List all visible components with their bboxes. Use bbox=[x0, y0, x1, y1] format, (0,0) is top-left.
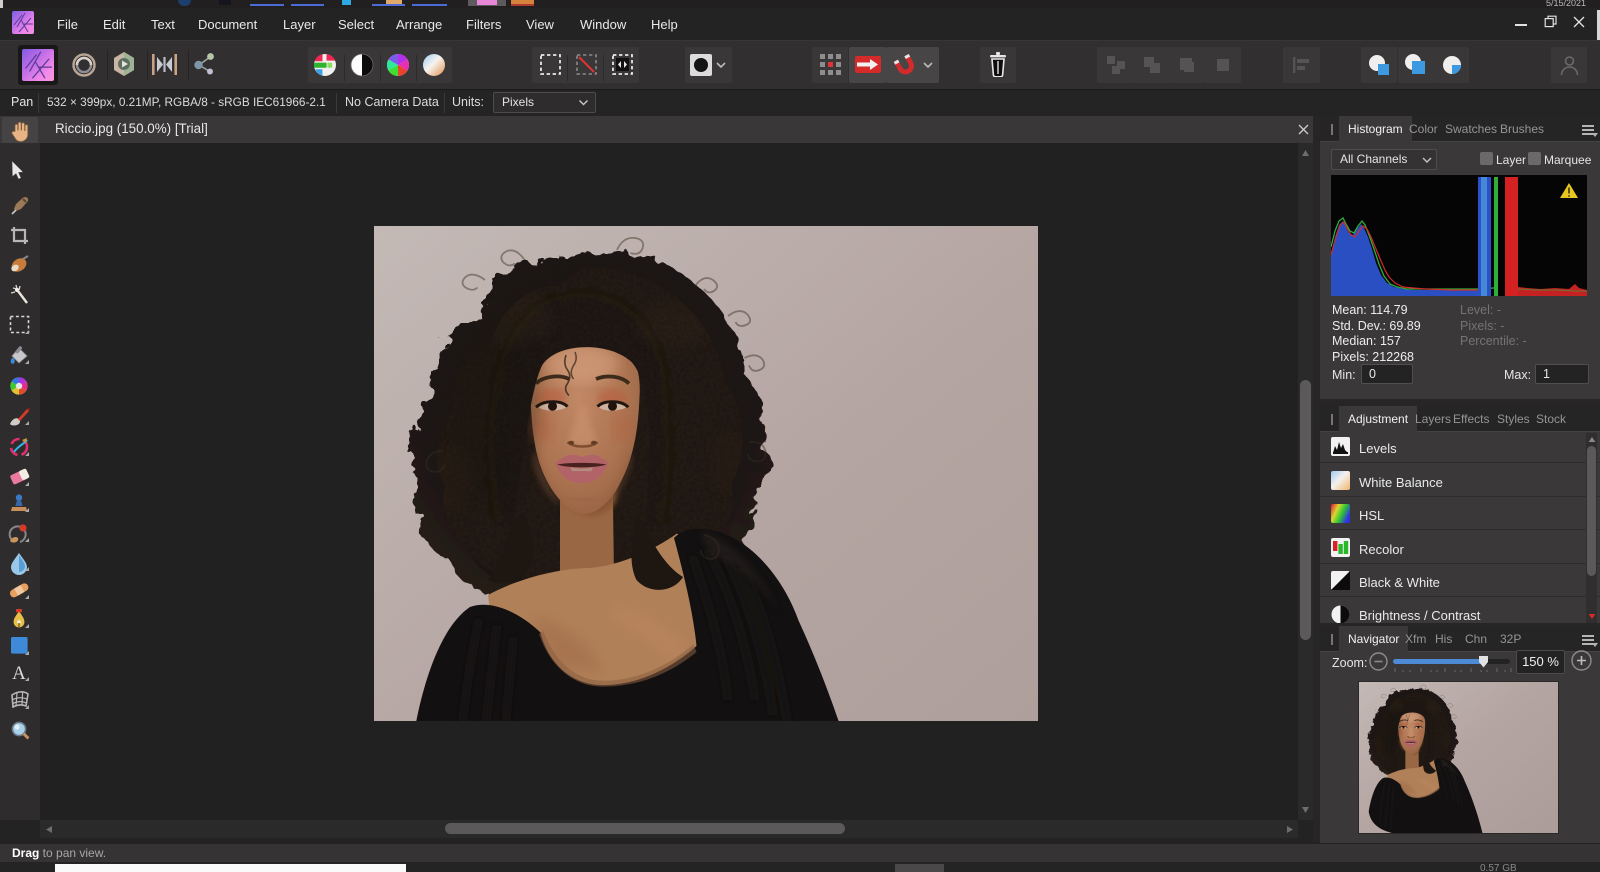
svg-text:A: A bbox=[12, 663, 26, 684]
